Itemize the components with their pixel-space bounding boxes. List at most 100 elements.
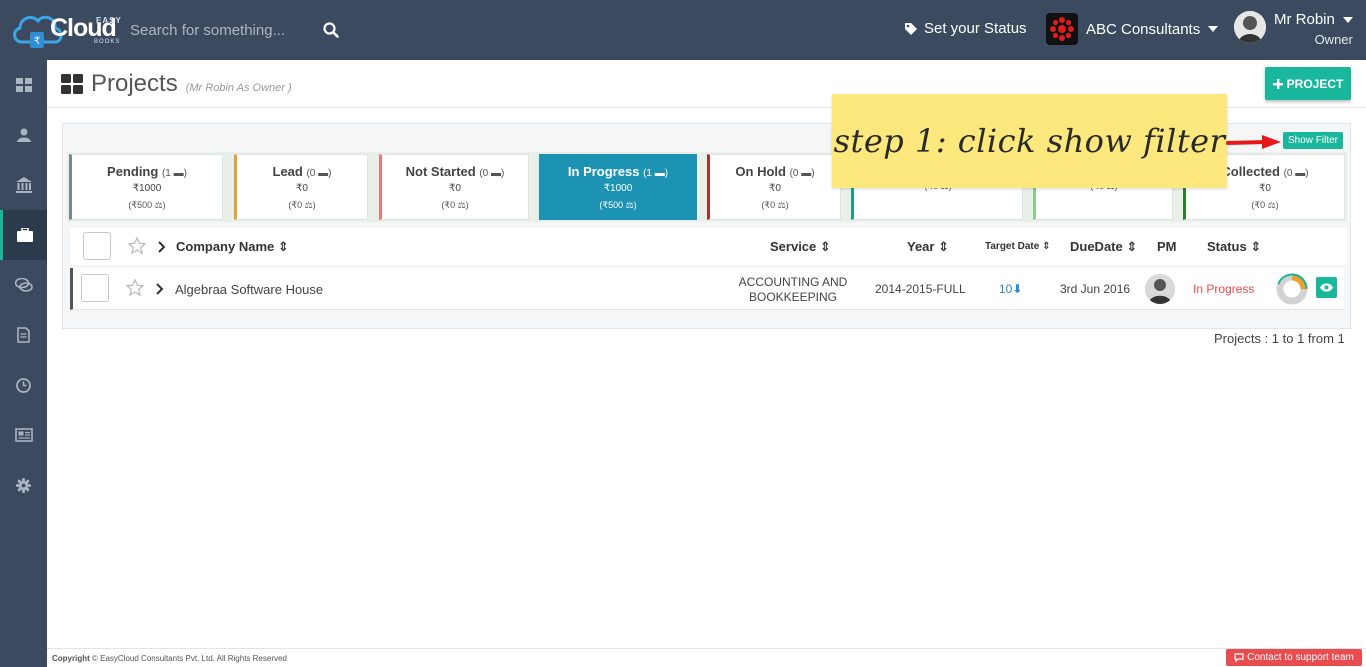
caret-down-icon bbox=[1208, 26, 1219, 32]
sort-icon: ⇕ bbox=[1250, 239, 1262, 254]
status-card-not-started[interactable]: Not Started (0 ▬) ₹0 (₹0 ⚖) bbox=[379, 154, 529, 220]
contact-support-button[interactable]: Contact to support team bbox=[1226, 649, 1362, 666]
column-label: Company Name bbox=[176, 239, 275, 254]
status-card-in-progress[interactable]: In Progress (1 ▬) ₹1000 (₹500 ⚖) bbox=[539, 154, 697, 220]
card-amount: ₹0 bbox=[296, 183, 308, 194]
chevron-right-icon[interactable] bbox=[158, 241, 166, 253]
sidebar-item-timesheet[interactable] bbox=[0, 360, 47, 410]
column-header-company[interactable]: Company Name ⇕ bbox=[176, 239, 289, 255]
card-title-text: Pending bbox=[107, 164, 159, 179]
progress-donut bbox=[1276, 273, 1308, 305]
card-balance: (₹0 ⚖) bbox=[1251, 200, 1279, 210]
sidebar-item-messages[interactable] bbox=[0, 260, 47, 310]
company-name: ABC Consultants bbox=[1086, 20, 1201, 38]
pagination-summary: Projects : 1 to 1 from 1 bbox=[1214, 331, 1345, 346]
service-line: ACCOUNTING AND bbox=[738, 275, 848, 289]
card-title: In Progress (1 ▬) bbox=[540, 164, 696, 179]
status-card-pending[interactable]: Pending (1 ▬) ₹1000 (₹500 ⚖) bbox=[69, 154, 223, 220]
sidebar-item-dashboard[interactable] bbox=[0, 60, 47, 110]
show-filter-button[interactable]: Show Filter bbox=[1283, 132, 1344, 149]
set-status-link[interactable]: Set your Status bbox=[904, 20, 1027, 37]
column-header-target-date[interactable]: Target Date ⇕ bbox=[985, 241, 1050, 252]
card-amount: ₹0 bbox=[449, 183, 461, 194]
table-header: Company Name ⇕ Service ⇕ Year ⇕ Target D… bbox=[70, 228, 1347, 265]
copyright-text: Copyright © EasyCloud Consultants Pvt. L… bbox=[52, 654, 287, 663]
user-name: Mr Robin bbox=[1274, 11, 1335, 28]
tutorial-note-text: step 1: click show filter bbox=[833, 122, 1226, 160]
column-label: DueDate bbox=[1070, 239, 1123, 254]
logo-easy-text: EASY bbox=[96, 16, 122, 25]
page-subtitle: (Mr Robin As Owner ) bbox=[185, 82, 292, 94]
card-balance: (₹0 ⚖) bbox=[288, 200, 316, 210]
svg-text:₹: ₹ bbox=[34, 36, 40, 47]
star-icon[interactable] bbox=[126, 279, 144, 297]
row-checkbox[interactable] bbox=[81, 274, 109, 302]
card-briefcase-icon: ▬) bbox=[798, 168, 815, 179]
status-cell: In Progress bbox=[1193, 282, 1255, 296]
top-navbar: ₹ Cloud EASY BOOKS Set your Status bbox=[0, 0, 1366, 60]
star-icon[interactable] bbox=[128, 237, 146, 255]
card-briefcase-icon: ▬) bbox=[1292, 168, 1309, 179]
card-amount: ₹1000 bbox=[603, 183, 633, 194]
card-briefcase-icon: ▬) bbox=[170, 168, 187, 179]
card-title: Lead (0 ▬) bbox=[237, 164, 367, 179]
dashboard-icon bbox=[61, 74, 83, 94]
target-date-cell[interactable]: 10⬇ bbox=[999, 282, 1022, 296]
search-icon[interactable] bbox=[322, 21, 340, 39]
sidebar-item-news[interactable] bbox=[0, 410, 47, 460]
sidebar-item-settings[interactable] bbox=[0, 460, 47, 510]
column-label: Service bbox=[770, 239, 817, 254]
sort-icon: ⇕ bbox=[1126, 239, 1138, 254]
copyright-body: © EasyCloud Consultants Pvt. Ltd. All Ri… bbox=[92, 654, 287, 663]
plus-icon bbox=[1272, 78, 1283, 89]
page-title-text: Projects bbox=[91, 70, 178, 97]
user-avatar bbox=[1234, 11, 1266, 43]
chevron-right-icon[interactable] bbox=[156, 283, 164, 295]
select-all-checkbox[interactable] bbox=[83, 232, 111, 260]
arrow-down-icon: ⬇ bbox=[1012, 282, 1023, 296]
sidebar-item-documents[interactable] bbox=[0, 310, 47, 360]
column-header-status[interactable]: Status ⇕ bbox=[1207, 239, 1261, 255]
column-header-service[interactable]: Service ⇕ bbox=[770, 239, 831, 255]
card-balance: (₹0 ⚖) bbox=[761, 200, 789, 210]
service-cell: ACCOUNTING AND BOOKKEEPING bbox=[723, 275, 863, 305]
page-title: Projects (Mr Robin As Owner ) bbox=[61, 70, 292, 98]
app-logo[interactable]: ₹ Cloud EASY BOOKS bbox=[8, 6, 126, 54]
sidebar-item-banking[interactable] bbox=[0, 160, 47, 210]
column-label: Target Date bbox=[985, 241, 1040, 252]
company-emblem-icon bbox=[1050, 17, 1074, 41]
sidebar-item-projects[interactable] bbox=[0, 210, 47, 260]
gear-icon bbox=[16, 477, 31, 493]
column-label: Year bbox=[907, 239, 935, 254]
status-card-on-hold[interactable]: On Hold (0 ▬) ₹0 (₹0 ⚖) bbox=[707, 154, 841, 220]
year-cell: 2014-2015-FULL bbox=[875, 282, 966, 296]
tutorial-sticky-note: step 1: click show filter bbox=[832, 94, 1227, 188]
column-header-year[interactable]: Year ⇕ bbox=[907, 239, 949, 255]
pm-avatar[interactable] bbox=[1145, 274, 1175, 304]
logo-books-text: BOOKS bbox=[94, 39, 121, 45]
company-logo bbox=[1046, 13, 1078, 45]
card-title: Not Started (0 ▬) bbox=[382, 164, 528, 179]
service-line: BOOKKEEPING bbox=[748, 290, 838, 304]
card-count: (1 bbox=[643, 168, 652, 179]
card-title-text: Not Started bbox=[405, 164, 476, 179]
user-menu[interactable]: Mr Robin Owner bbox=[1234, 11, 1353, 47]
chat-icon bbox=[1234, 653, 1244, 662]
card-title-text: In Progress bbox=[567, 164, 640, 179]
column-header-due-date[interactable]: DueDate ⇕ bbox=[1070, 239, 1137, 255]
clock-icon bbox=[16, 377, 31, 393]
company-name-cell[interactable]: Algebraa Software House bbox=[175, 282, 323, 297]
table-row[interactable]: Algebraa Software House ACCOUNTING AND B… bbox=[70, 268, 1344, 310]
column-header-pm[interactable]: PM bbox=[1157, 239, 1177, 254]
search-input[interactable] bbox=[130, 18, 320, 42]
add-project-button[interactable]: PROJECT bbox=[1265, 67, 1351, 100]
sort-icon: ⇕ bbox=[277, 239, 289, 254]
briefcase-icon bbox=[17, 228, 33, 242]
status-card-lead[interactable]: Lead (0 ▬) ₹0 (₹0 ⚖) bbox=[234, 154, 368, 220]
target-date-value: 10 bbox=[999, 282, 1013, 296]
view-button[interactable] bbox=[1316, 277, 1337, 298]
sidebar-item-contacts[interactable] bbox=[0, 110, 47, 160]
contact-support-label: Contact to support team bbox=[1247, 652, 1354, 663]
company-switcher[interactable]: ABC Consultants bbox=[1046, 13, 1219, 45]
card-balance: (₹500 ⚖) bbox=[128, 200, 166, 210]
